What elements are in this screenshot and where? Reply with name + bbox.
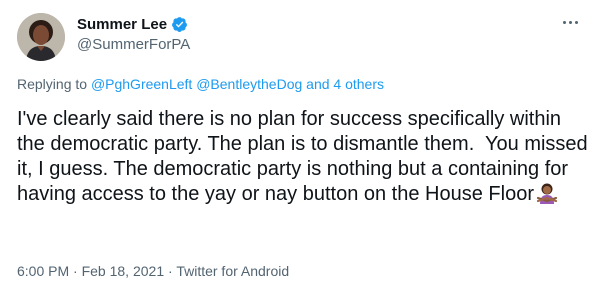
tweet-body: I've clearly said there is no plan for s… xyxy=(17,107,592,207)
tweet-time[interactable]: 6:00 PM xyxy=(17,263,69,279)
mention-link-1[interactable]: @PghGreenLeft xyxy=(91,76,192,92)
tweet-date[interactable]: Feb 18, 2021 xyxy=(82,263,165,279)
tweet-meta: 6:00 PM · Feb 18, 2021 · Twitter for And… xyxy=(17,263,289,279)
user-handle[interactable]: @SummerForPA xyxy=(77,36,190,53)
verified-badge-icon xyxy=(171,16,188,33)
meta-separator-1: · xyxy=(73,263,78,279)
tweet-card: Summer Lee @SummerForPA Replying to @Pgh… xyxy=(0,0,600,297)
avatar[interactable] xyxy=(17,13,65,61)
meta-separator-2: · xyxy=(168,263,173,279)
others-link[interactable]: 4 others xyxy=(333,76,384,92)
mention-connector[interactable]: and xyxy=(306,76,329,92)
tweet-source[interactable]: Twitter for Android xyxy=(176,263,289,279)
display-name[interactable]: Summer Lee xyxy=(77,16,167,33)
replying-prefix: Replying to xyxy=(17,76,88,92)
avatar-image xyxy=(17,13,65,61)
tweet-text: I've clearly said there is no plan for s… xyxy=(17,108,594,205)
person-gesturing-no-emoji-icon xyxy=(536,182,558,204)
more-options-icon[interactable] xyxy=(556,12,584,32)
mention-link-2[interactable]: @BentleytheDog xyxy=(196,76,302,92)
replying-to-line: Replying to @PghGreenLeft @BentleytheDog… xyxy=(17,76,384,92)
name-row: Summer Lee xyxy=(77,14,188,34)
